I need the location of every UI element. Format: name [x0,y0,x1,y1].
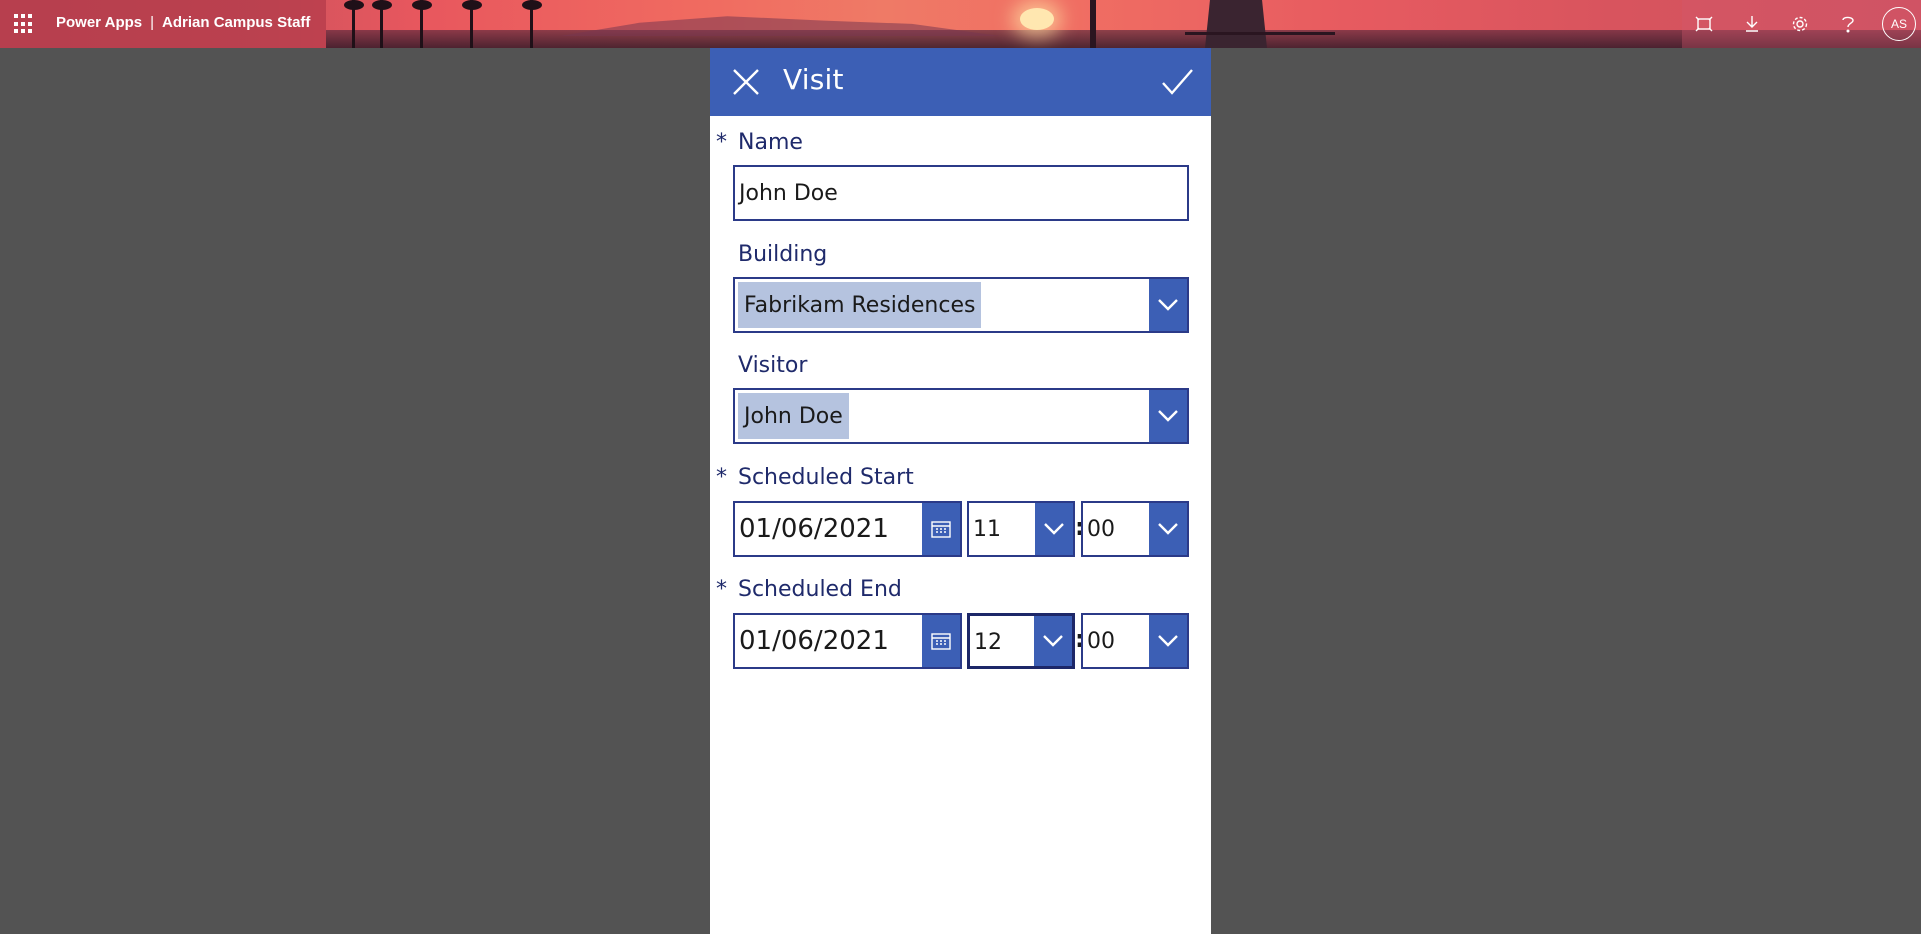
building-label: Building [738,242,828,267]
banner-palm [522,0,542,48]
visitor-label: Visitor [738,353,808,378]
scheduled-start-label: Scheduled Start [738,465,914,490]
chevron-down-icon[interactable] [1035,503,1073,555]
scheduled-end-label: Scheduled End [738,577,902,602]
scheduled-end-minute-select[interactable]: 00 [1081,613,1189,669]
waffle-icon[interactable] [14,14,34,34]
banner-palm [372,0,392,48]
calendar-icon[interactable] [922,615,960,667]
chevron-down-icon[interactable] [1149,279,1187,331]
scheduled-start-hour-select[interactable]: 11 [967,501,1075,557]
scheduled-start-minute-select[interactable]: 00 [1081,501,1189,557]
banner-pole [1090,0,1096,48]
chevron-down-icon[interactable] [1149,615,1187,667]
chevron-down-icon[interactable] [1149,503,1187,555]
visit-form-screen: Visit * Name John Doe Building Fabrikam … [710,48,1211,934]
app-header-bar: Power Apps | Adrian Campus Staff AS [0,0,1921,48]
scheduled-end-hour-value: 12 [974,629,1002,655]
close-icon[interactable] [730,66,762,98]
settings-icon[interactable] [1788,12,1812,36]
title-separator: | [150,14,155,31]
banner-mountain [560,16,1000,36]
help-icon[interactable] [1836,12,1860,36]
scheduled-start-hour-value: 11 [973,516,1001,542]
banner-palm [412,0,432,48]
required-marker: * [716,465,727,490]
scheduled-start-date-picker[interactable]: 01/06/2021 [733,501,962,557]
banner-lifeguard-tower [1205,0,1267,48]
required-marker: * [716,577,727,602]
building-selected-value: Fabrikam Residences [738,282,982,328]
name-input[interactable]: John Doe [733,165,1189,221]
app-name: Power Apps [56,14,143,31]
scheduled-end-hour-select[interactable]: 12 [967,613,1075,669]
calendar-icon[interactable] [922,503,960,555]
form-title: Visit [783,63,844,96]
scheduled-end-date-picker[interactable]: 01/06/2021 [733,613,962,669]
app-title: Power Apps | Adrian Campus Staff [56,14,310,34]
download-icon[interactable] [1740,12,1764,36]
scheduled-start-minute-value: 00 [1087,516,1115,542]
required-marker: * [716,130,727,155]
banner-sun [1020,8,1054,30]
avatar[interactable]: AS [1882,7,1916,41]
fit-to-window-icon[interactable] [1692,12,1716,36]
scheduled-start-date-value: 01/06/2021 [739,514,889,544]
visitor-selected-value: John Doe [738,393,849,439]
chevron-down-icon[interactable] [1149,390,1187,442]
building-dropdown[interactable]: Fabrikam Residences [733,277,1189,333]
environment-name: Adrian Campus Staff [162,14,311,31]
banner-palm [344,0,364,48]
chevron-down-icon[interactable] [1034,616,1072,666]
name-label: Name [738,130,803,155]
visitor-dropdown[interactable]: John Doe [733,388,1189,444]
banner-palm [462,0,482,48]
submit-checkmark-icon[interactable] [1160,66,1194,98]
scheduled-end-date-value: 01/06/2021 [739,626,889,656]
form-header: Visit [710,48,1211,116]
banner-rail [1185,32,1335,35]
scheduled-end-minute-value: 00 [1087,628,1115,654]
